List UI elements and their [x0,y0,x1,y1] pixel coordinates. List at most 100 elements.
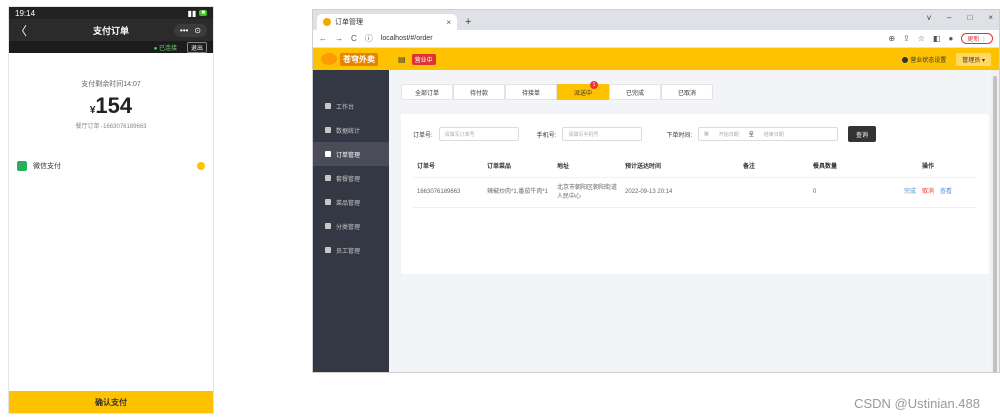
date-range-picker[interactable]: ▦ 开始日期 至 结束日期 [698,127,839,141]
status-icons: ▮▮ ■ [188,9,207,18]
date-separator: 至 [748,131,754,138]
window-controls: v – □ × [927,13,993,22]
url-input[interactable]: localhost/#/order [381,35,433,42]
zoom-icon[interactable]: ⊕ [888,34,895,43]
check-icon[interactable] [197,162,205,170]
column-header: 餐具数量 [813,164,838,170]
table-row: 1663076189663 辣椒炒肉*1,番茄牛肉*1 北京市朝阳区朝阳街道人民… [413,178,977,208]
scrollbar-thumb[interactable] [993,76,997,372]
tab-close-icon[interactable]: × [446,18,451,27]
tab-label: 已取消 [677,90,696,97]
logo-icon [321,53,337,65]
column-header: 订单号 [417,164,436,170]
employee-icon [325,247,331,253]
sidepanel-icon[interactable]: ◧ [933,34,941,43]
order-no-cell: 1663076189663 [417,189,461,195]
bookmark-star-icon[interactable]: ☆ [918,34,925,43]
browser-toolbar: ⊕ ⇪ ☆ ◧ ● 更新 ⋮ [888,33,993,44]
order-time-label: 下单时间: [666,132,693,139]
exit-button[interactable]: 退出 [186,41,207,53]
address-bar: ← → C ⓘ localhost/#/order ⊕ ⇪ ☆ ◧ ● 更新 ⋮ [313,30,999,48]
tab-search-icon[interactable]: v [927,13,931,22]
tab-cancelled[interactable]: 已取消 [661,84,713,100]
sidebar-item-workbench[interactable]: 工作台 [313,94,389,118]
close-icon[interactable]: ⊙ [194,26,201,35]
sidebar-item-label: 数据统计 [336,128,361,135]
tab-pending-payment[interactable]: 待付款 [453,84,505,100]
tab-all-orders[interactable]: 全部订单 [401,84,453,100]
forward-arrow-icon[interactable]: → [335,34,343,43]
tab-completed[interactable]: 已完成 [609,84,661,100]
sidebar-item-employee[interactable]: 员工管理 [313,238,389,262]
order-panel: 订单号: 请填写订单号 手机号: 请填写手机号 下单时间: ▦ 开始日期 至 结… [401,114,989,274]
order-no-label: 订单号: [413,132,433,139]
column-header: 订单菜品 [487,164,512,170]
table-header: 订单号 订单菜品 地址 预计送达时间 备注 餐具数量 操作 [413,158,977,178]
page-scrollbar[interactable] [991,70,999,372]
shop-status-setting-label: 营业状态设置 [910,57,947,64]
admin-menu[interactable]: 管理员 ▾ [956,52,991,66]
browser-window: 订单管理 × + v – □ × ← → C ⓘ localhost/#/ord… [312,9,1000,373]
tab-delivering[interactable]: 派送中 1 [557,81,609,100]
phone-screen: 19:14 ▮▮ ■ 〈 支付订单 ••• ⊙ ● 已连接 退出 支付剩余时间1… [8,6,214,414]
sidebar-item-category[interactable]: 分类管理 [313,214,389,238]
sidebar-item-label: 分类管理 [336,224,361,231]
view-order-link[interactable]: 查看 [940,188,952,197]
query-button[interactable]: 查询 [848,126,877,142]
maximize-icon[interactable]: □ [967,13,972,22]
sidebar: 工作台 数据统计 订单管理 套餐管理 菜品管理 分类管理 员工管理 [313,70,389,372]
dish-icon [325,199,331,205]
new-tab-button[interactable]: + [465,16,471,28]
amount-value: 154 [95,93,133,118]
tab-label: 派送中 [573,90,592,97]
window-close-icon[interactable]: × [988,13,993,22]
minimize-icon[interactable]: – [947,13,951,22]
phone-status-bar: 19:14 ▮▮ ■ [9,7,213,19]
logo: 苍穹外卖 [321,52,378,66]
back-icon[interactable]: 〈 [15,22,27,39]
sidebar-item-statistics[interactable]: 数据统计 [313,118,389,142]
calendar-icon: ▦ [704,131,709,137]
main-content: 全部订单 待付款 待接单 派送中 1 已完成 已取消 订单号: 请填写订单号 手机… [389,70,991,372]
confirm-pay-button[interactable]: 确认支付 [9,391,213,413]
sidebar-item-dishes[interactable]: 菜品管理 [313,190,389,214]
profile-icon[interactable]: ● [948,34,953,43]
wechat-pay-icon [17,161,27,171]
complete-order-link[interactable]: 完成 [904,188,916,197]
sidebar-item-label: 工作台 [336,104,355,111]
shop-status-setting[interactable]: 营业状态设置 [902,55,946,64]
more-icon[interactable]: ••• [180,26,188,35]
phone-nav-bar: 〈 支付订单 ••• ⊙ [9,19,213,41]
sidebar-item-setmeal[interactable]: 套餐管理 [313,166,389,190]
order-table: 订单号 订单菜品 地址 预计送达时间 备注 餐具数量 操作 1663076189… [413,158,977,208]
reload-icon[interactable]: C [351,34,357,43]
share-icon[interactable]: ⇪ [903,34,910,43]
back-arrow-icon[interactable]: ← [319,34,327,43]
cancel-order-link[interactable]: 取消 [922,188,934,197]
connection-status: ● 已连接 [153,45,177,52]
order-icon [325,151,331,157]
operations-cell: 完成 取消 查看 [879,188,977,197]
update-button[interactable]: 更新 ⋮ [961,33,993,44]
chart-icon [325,127,331,133]
order-number: 餐厅订单 -1663076189663 [75,124,147,130]
tab-pending-accept[interactable]: 待接单 [505,84,557,100]
shop-status-badge: 营业中 [411,53,436,65]
tab-strip: 订单管理 × + v – □ × [313,10,999,30]
pay-method-row[interactable]: 微信支付 [9,158,213,174]
sidebar-item-label: 员工管理 [336,248,361,255]
filter-bar: 订单号: 请填写订单号 手机号: 请填写手机号 下单时间: ▦ 开始日期 至 结… [413,126,977,142]
phone-input[interactable]: 请填写手机号 [562,127,643,141]
sidebar-item-label: 套餐管理 [336,176,361,183]
column-header: 操作 [921,164,934,170]
order-no-input[interactable]: 请填写订单号 [438,127,519,141]
sidebar-item-orders[interactable]: 订单管理 [313,142,389,166]
watermark: CSDN @Ustinian.488 [854,396,980,411]
pay-method-label: 微信支付 [33,163,61,170]
shop-icon: ▤ [398,54,406,64]
site-info-icon[interactable]: ⓘ [365,33,373,44]
browser-tab[interactable]: 订单管理 × [317,14,457,30]
phone-label: 手机号: [536,132,557,139]
payment-countdown: 支付剩余时间14:07 [81,81,141,88]
tab-label: 待接单 [521,90,540,97]
